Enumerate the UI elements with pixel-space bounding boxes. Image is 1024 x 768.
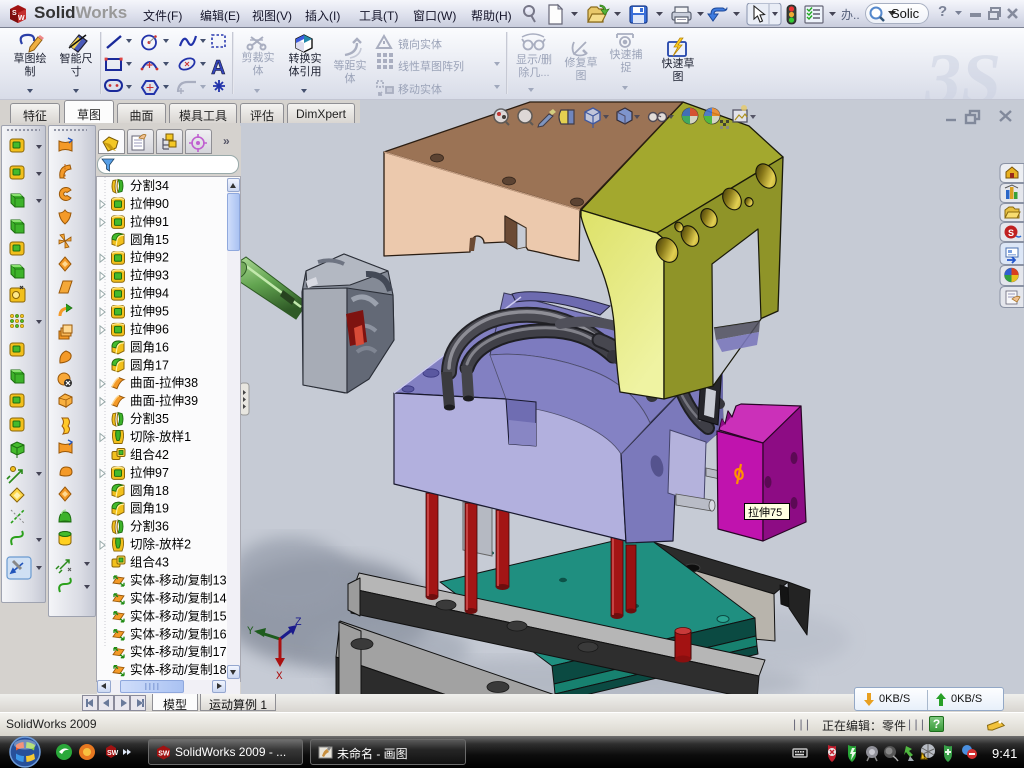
svg-text:分割34: 分割34 [130,178,169,193]
svg-text:Y: Y [247,626,254,638]
svg-text:实体-移动/复制13: 实体-移动/复制13 [130,573,227,588]
svg-text:SW: SW [107,750,119,757]
svg-text:组合43: 组合43 [130,555,169,570]
svg-text:拉伸94: 拉伸94 [130,286,169,301]
svg-text:拉伸92: 拉伸92 [130,250,169,265]
svg-text:实体-移动/复制17: 实体-移动/复制17 [130,644,227,659]
svg-text:SW: SW [158,751,170,758]
svg-text:实体-移动/复制14: 实体-移动/复制14 [130,590,227,605]
svg-text:实体-移动/复制15: 实体-移动/复制15 [130,608,227,623]
svg-text:W: W [18,15,25,22]
svg-text:X: X [276,671,283,683]
svg-text:切除-放样2: 切除-放样2 [130,537,191,552]
svg-text:切除-放样1: 切除-放样1 [130,429,191,444]
svg-text:A: A [211,57,225,79]
svg-text:圆角17: 圆角17 [130,358,169,372]
svg-text:分割36: 分割36 [130,519,169,534]
svg-text:拉伸95: 拉伸95 [130,304,169,319]
svg-text:圆角18: 圆角18 [130,484,169,498]
svg-text:拉伸75: 拉伸75 [748,505,782,519]
svg-text:圆角16: 圆角16 [130,340,169,354]
svg-text:圆角15: 圆角15 [130,233,169,247]
svg-text:办..: 办.. [841,7,860,22]
svg-text:拉伸91: 拉伸91 [130,214,169,229]
svg-text:拉伸93: 拉伸93 [130,268,169,283]
svg-text:实体-移动/复制16: 实体-移动/复制16 [130,626,227,641]
svg-text:3S: 3S [924,39,1001,99]
svg-text:S: S [12,10,17,17]
svg-text:圆角19: 圆角19 [130,502,169,516]
svg-text:S: S [1008,228,1014,238]
svg-text:拉伸97: 拉伸97 [130,465,169,480]
svg-text:曲面-拉伸39: 曲面-拉伸39 [130,393,198,408]
svg-text:实体-移动/复制18: 实体-移动/复制18 [130,662,227,677]
svg-text:曲面-拉伸38: 曲面-拉伸38 [130,375,198,390]
svg-text:组合42: 组合42 [130,447,169,462]
svg-text:Z: Z [295,617,302,629]
svg-text:9:41: 9:41 [992,746,1017,761]
svg-text:拉伸90: 拉伸90 [130,196,169,211]
svg-text:!: ! [923,755,925,761]
svg-text:分割35: 分割35 [130,411,169,426]
svg-text:拉伸96: 拉伸96 [130,321,169,336]
